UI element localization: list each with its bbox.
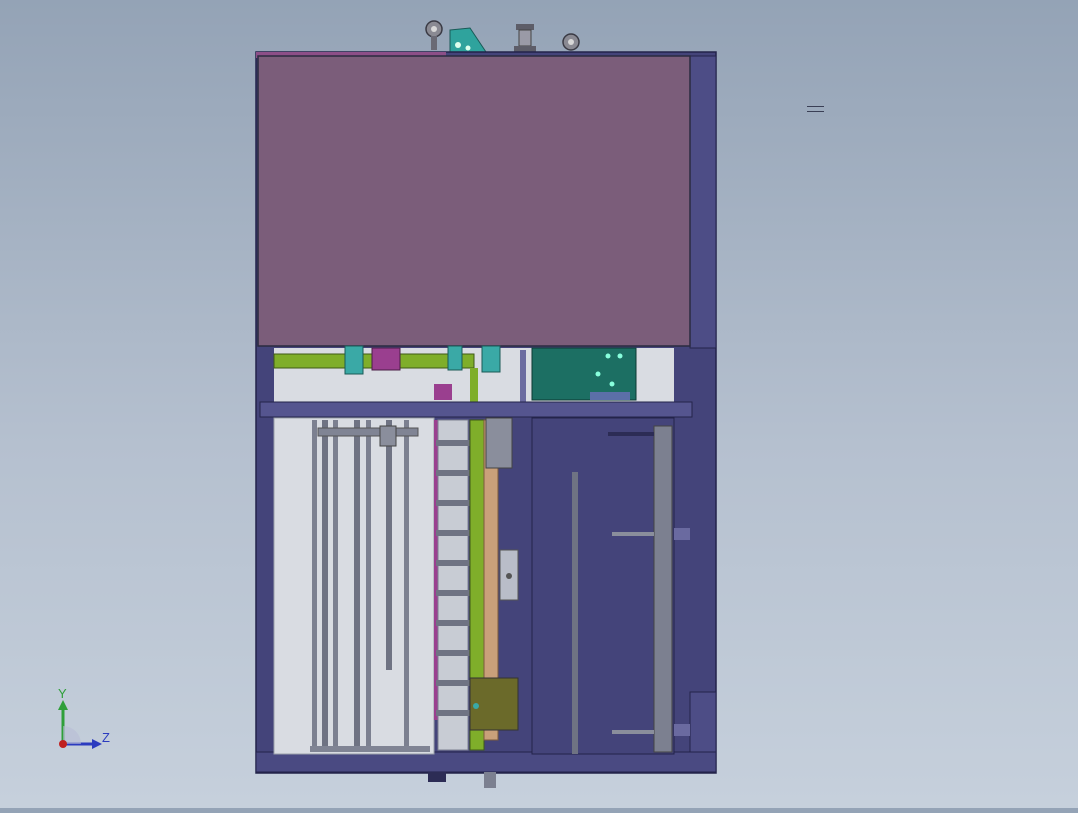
coordinate-triad-icon[interactable]: Y Z <box>40 680 130 760</box>
top-mechanisms <box>425 20 580 56</box>
y-axis-label: Y <box>58 686 67 701</box>
right-chamber <box>531 417 690 755</box>
triad-axes-icon <box>58 700 102 749</box>
cad-viewport[interactable] <box>0 0 1078 808</box>
left-chamber <box>273 417 435 755</box>
z-axis-label: Z <box>102 730 110 745</box>
center-column <box>434 417 519 751</box>
top-cover-panel[interactable] <box>256 52 691 347</box>
machine-assembly-drawing[interactable] <box>0 0 1078 808</box>
cross-beam <box>259 401 693 418</box>
dash-mark <box>807 106 824 112</box>
mid-mechanism-strip <box>273 345 674 402</box>
bottom-feet <box>428 772 496 788</box>
